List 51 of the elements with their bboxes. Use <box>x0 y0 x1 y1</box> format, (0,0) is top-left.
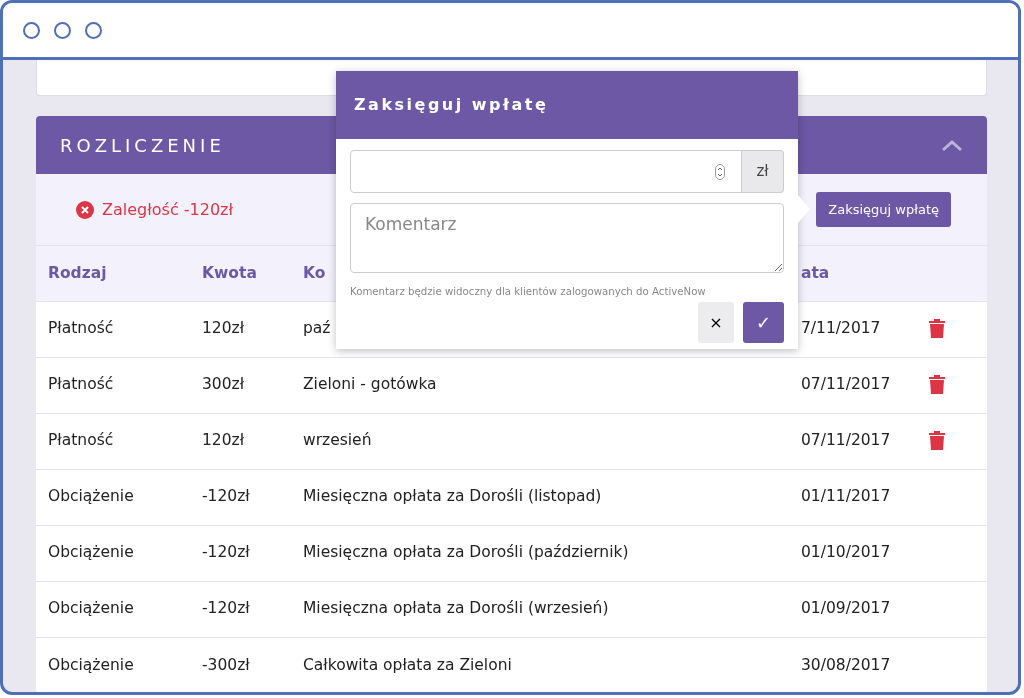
error-icon <box>76 200 94 219</box>
window-control-icon[interactable] <box>54 21 71 39</box>
table-cell: 30/08/2017 <box>801 655 891 674</box>
confirm-button[interactable]: ✓ <box>743 302 784 344</box>
table-cell: 07/11/2017 <box>801 375 891 394</box>
table-cell: Płatność <box>48 431 114 450</box>
table-cell: Obciążenie <box>48 543 134 562</box>
table-cell: 01/09/2017 <box>801 599 891 618</box>
panel-title: ROZLICZENIE <box>60 133 225 158</box>
chevron-up-icon[interactable] <box>941 138 963 152</box>
table-cell: Miesięczna opłata za Dorośli (listopad) <box>303 487 602 506</box>
window-control-icon[interactable] <box>85 21 102 39</box>
table-cell: -120zł <box>202 543 250 562</box>
table-cell: 01/11/2017 <box>801 487 891 506</box>
table-cell: 120zł <box>202 431 245 450</box>
trash-icon[interactable] <box>929 375 945 395</box>
table-cell: 01/10/2017 <box>801 543 891 562</box>
currency-addon: zł <box>742 150 784 193</box>
trash-icon[interactable] <box>929 319 945 339</box>
column-header: Rodzaj <box>48 263 107 282</box>
table-cell: Miesięczna opłata za Dorośli (październik) <box>303 543 629 562</box>
comment-field[interactable]: Komentarz <box>350 203 784 273</box>
alert-text: Zaległość -120zł <box>102 198 234 221</box>
trash-icon[interactable] <box>929 431 945 451</box>
window-control-icon[interactable] <box>23 21 40 39</box>
table-cell: paź <box>303 319 331 338</box>
table-cell: 300zł <box>202 375 245 394</box>
table-cell: Miesięczna opłata za Dorośli (wrzesień) <box>303 599 609 618</box>
popover-title: Zaksięguj wpłatę <box>336 71 798 139</box>
table-cell: Obciążenie <box>48 655 134 674</box>
table-cell: Płatność <box>48 375 114 394</box>
column-header: Kwota <box>202 263 257 282</box>
table-cell: 120zł <box>202 319 245 338</box>
cancel-button[interactable]: × <box>698 302 734 344</box>
table-cell: Całkowita opłata za Zieloni <box>303 655 512 674</box>
column-header: Ko <box>303 263 326 282</box>
table-cell: -120zł <box>202 599 250 618</box>
table-cell: Zieloni - gotówka <box>303 375 437 394</box>
table-cell: 07/11/2017 <box>801 431 891 450</box>
table-cell: Obciążenie <box>48 487 134 506</box>
post-payment-button[interactable]: Zaksięguj wpłatę <box>816 191 951 228</box>
table-cell: -120zł <box>202 487 250 506</box>
table-cell: Obciążenie <box>48 599 134 618</box>
table-cell: 7/11/2017 <box>801 319 881 338</box>
help-text: Komentarz będzie widoczny dla klientów zalogowanych do ActiveNow <box>350 285 707 299</box>
spinner-icon[interactable] <box>715 163 725 180</box>
table-cell: Płatność <box>48 319 114 338</box>
table-cell: -300zł <box>202 655 250 674</box>
column-header: ata <box>801 263 830 282</box>
amount-field[interactable] <box>350 150 742 193</box>
table-cell: wrzesień <box>303 431 372 450</box>
